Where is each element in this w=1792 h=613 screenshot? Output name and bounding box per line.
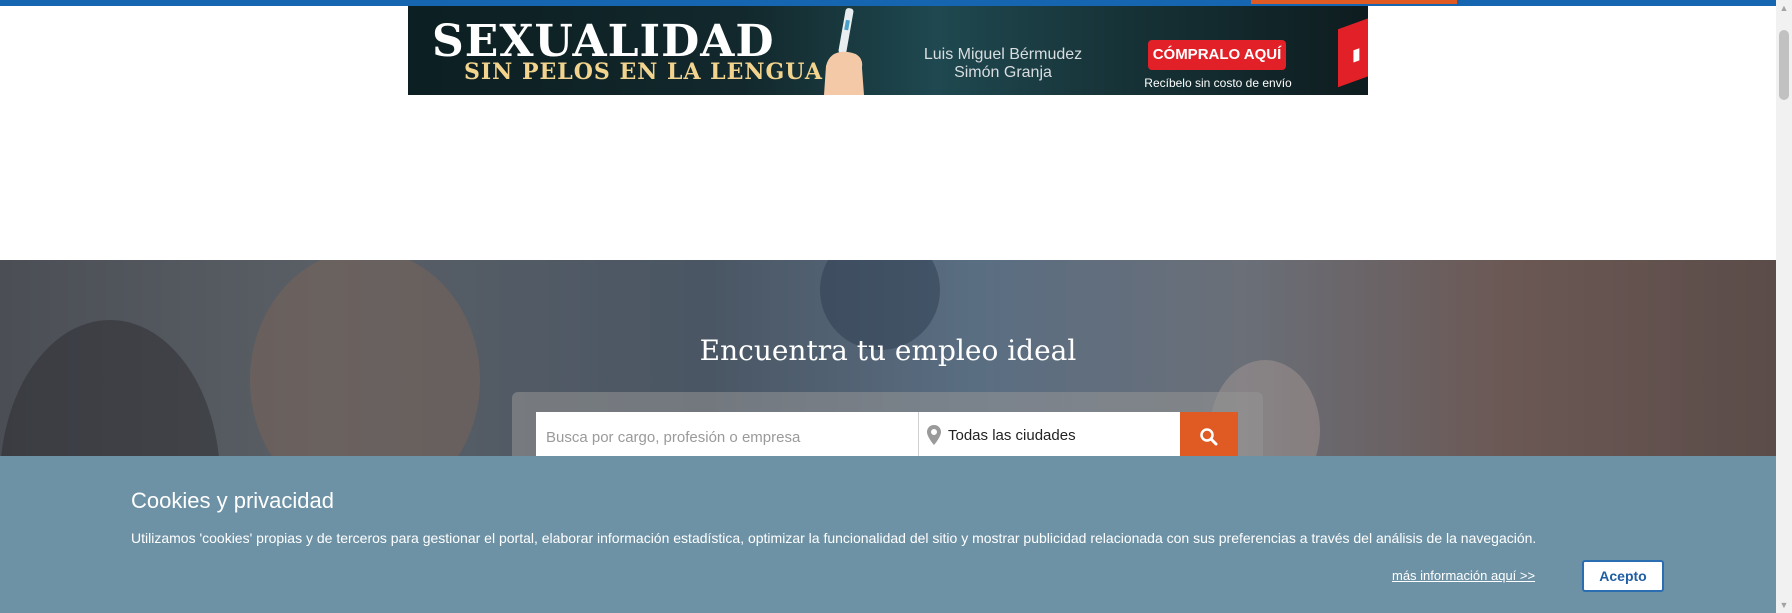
hand-holding-test-icon xyxy=(824,8,864,95)
cookie-title: Cookies y privacidad xyxy=(131,488,334,513)
cookie-banner: Cookies y privacidad Utilizamos 'cookies… xyxy=(0,456,1776,613)
page-scrollbar[interactable]: ▲ ▼ xyxy=(1776,0,1792,613)
ad-banner[interactable]: SEXUALIDAD SIN PELOS EN LA LENGUA Luis M… xyxy=(408,6,1368,95)
scroll-up-arrow-icon[interactable]: ▲ xyxy=(1776,0,1792,16)
ad-author-1: Luis Miguel Bérmudez xyxy=(923,46,1083,63)
ad-title: SEXUALIDAD xyxy=(432,16,775,67)
ad-author-2: Simón Granja xyxy=(954,64,1052,81)
ad-shipping-note: Recíbelo sin costo de envío xyxy=(1144,76,1292,90)
ad-authors: Luis Miguel Bérmudez Simón Granja xyxy=(878,46,1128,82)
scroll-down-arrow-icon[interactable]: ▼ xyxy=(1776,597,1792,613)
city-select-value: Todas las ciudades xyxy=(948,427,1076,444)
search-button[interactable] xyxy=(1180,412,1238,462)
buy-now-button[interactable]: CÓMPRALO AQUÍ xyxy=(1148,40,1286,70)
accept-cookies-button[interactable]: Acepto xyxy=(1582,560,1664,592)
cookie-message: Utilizamos 'cookies' propias y de tercer… xyxy=(131,530,1537,546)
city-select[interactable]: Todas las ciudades xyxy=(918,412,1180,462)
location-pin-icon xyxy=(927,425,941,445)
publisher-logo-icon: ▮ xyxy=(1338,14,1368,88)
hero-title: Encuentra tu empleo ideal xyxy=(699,334,1077,367)
job-search-input[interactable] xyxy=(536,412,918,462)
search-icon xyxy=(1200,428,1218,446)
scrollbar-thumb[interactable] xyxy=(1779,30,1789,100)
more-info-link[interactable]: más información aquí >> xyxy=(1392,568,1535,583)
top-nav-accent[interactable] xyxy=(1251,0,1457,4)
ad-subtitle: SIN PELOS EN LA LENGUA xyxy=(464,59,823,85)
